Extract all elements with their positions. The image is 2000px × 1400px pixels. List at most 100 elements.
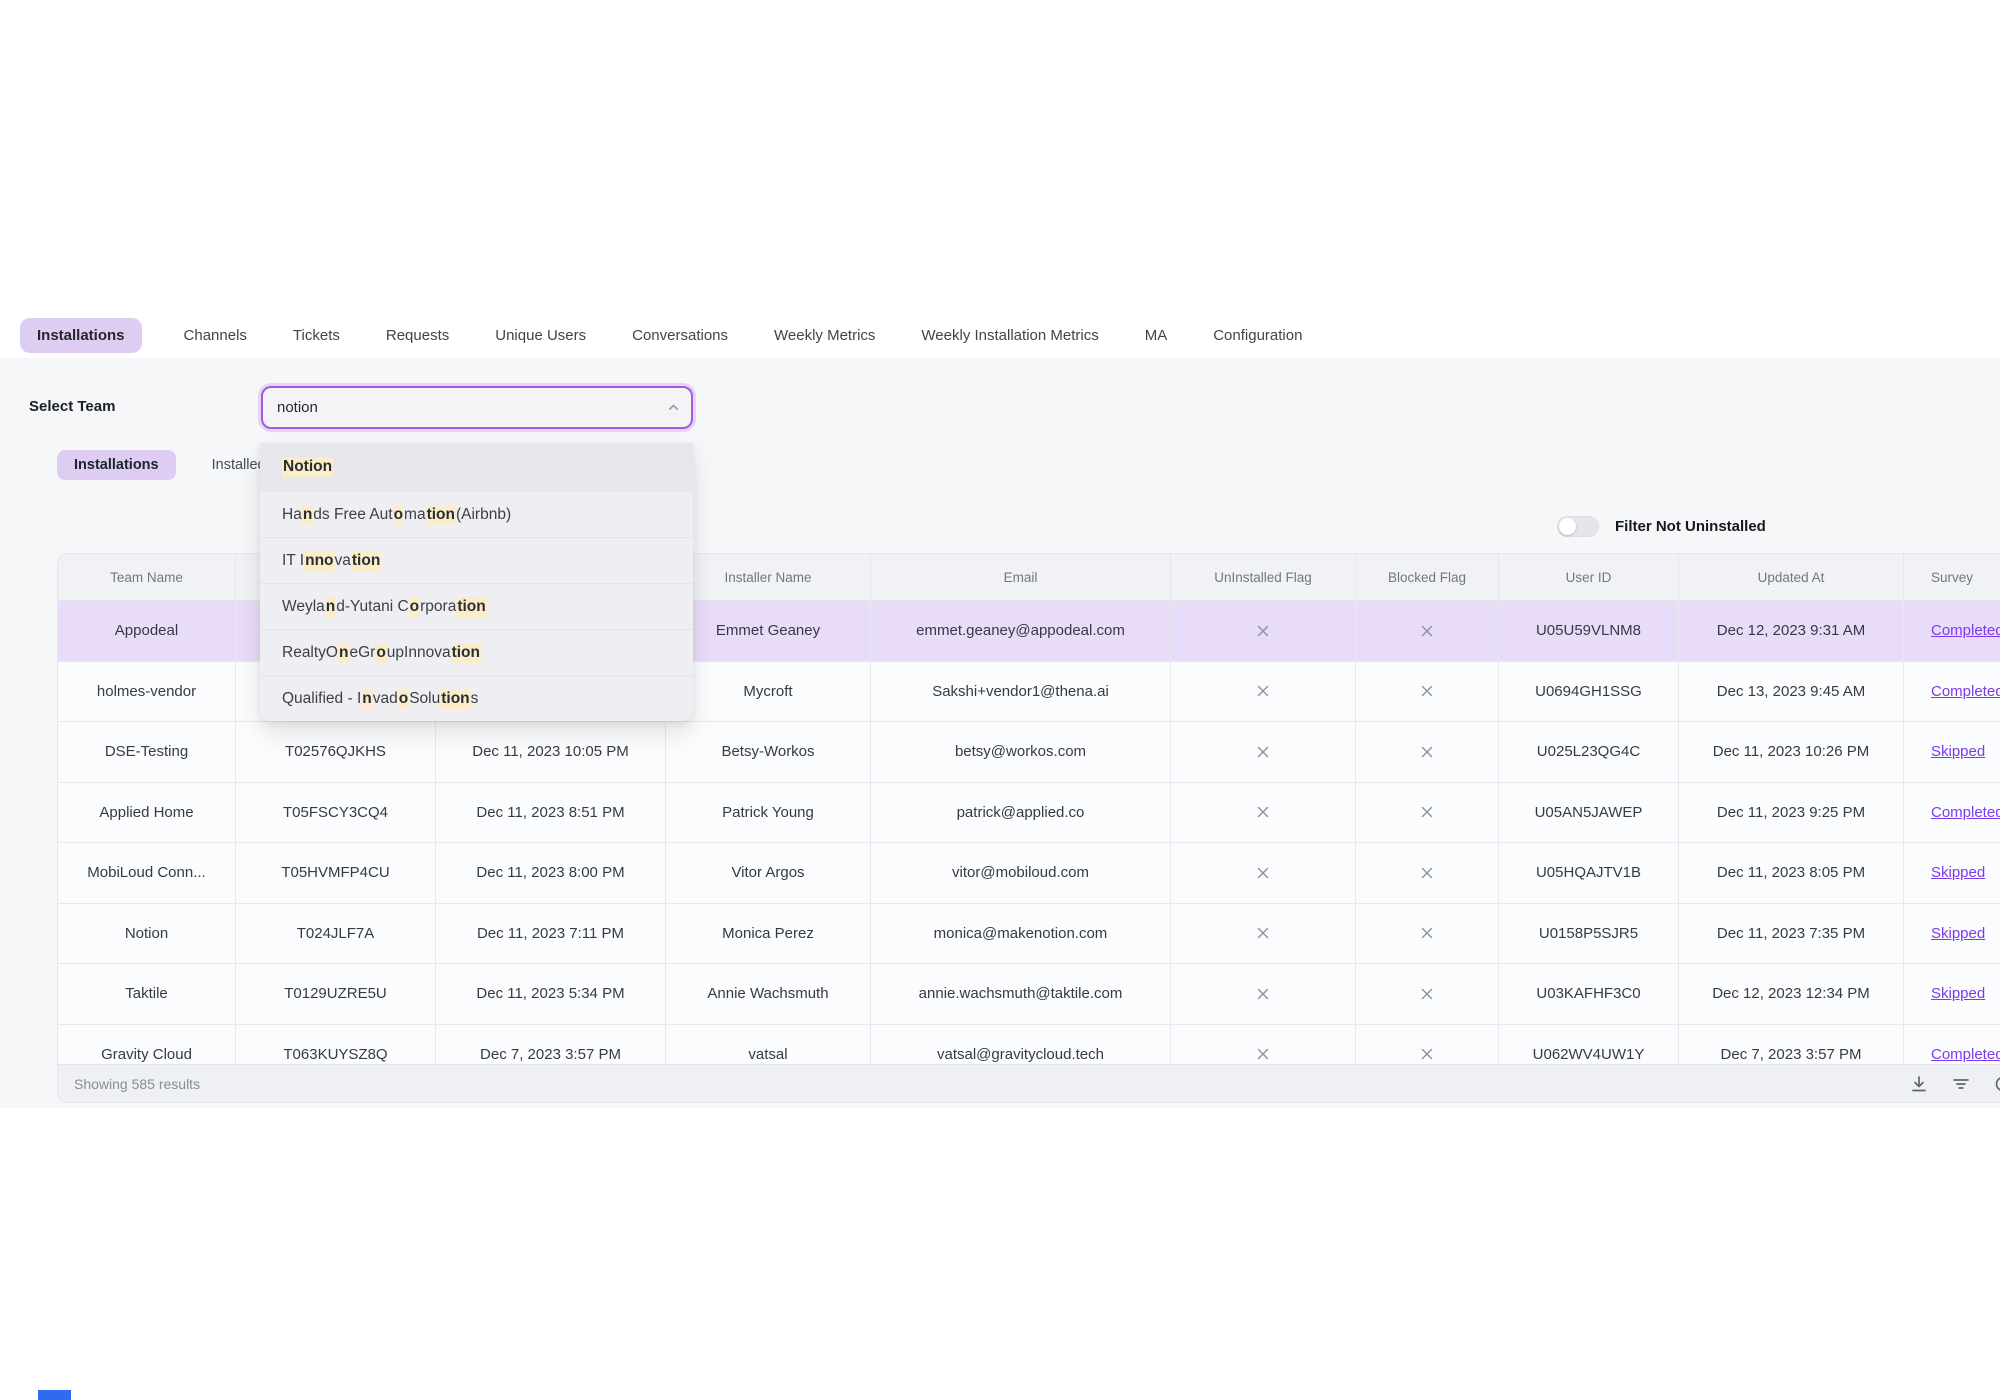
match-highlight: tion [440, 689, 470, 709]
cell-team_name: Appodeal [58, 601, 236, 661]
cell-email: Sakshi+vendor1@thena.ai [871, 662, 1171, 722]
filter-toggle-row: Filter Not Uninstalled [1557, 516, 1766, 537]
survey-status-link[interactable]: Skipped [1931, 925, 1985, 942]
column-header-team-name: Team Name [58, 554, 236, 600]
table-row-dse-testing[interactable]: DSE-TestingT02576QJKHSDec 11, 2023 10:05… [58, 722, 2000, 783]
x-mark-icon [1256, 866, 1270, 880]
column-header-updated-at: Updated At [1679, 554, 1904, 600]
x-mark-icon [1420, 926, 1434, 940]
filter-icon[interactable] [1951, 1074, 1971, 1094]
dropdown-option-realtyonegroupinnovation[interactable]: RealtyOneGroupInnovation [260, 629, 693, 675]
tab-conversations[interactable]: Conversations [628, 318, 732, 353]
cell-team_name: Applied Home [58, 783, 236, 843]
sub-tab-installations[interactable]: Installations [57, 450, 176, 480]
column-header-installer-name: Installer Name [666, 554, 871, 600]
dropdown-option-weyland-yutani-corporation[interactable]: Weyland-Yutani Corporation [260, 583, 693, 629]
cell-user_id: U05U59VLNM8 [1499, 601, 1679, 661]
cell-installer_name: Annie Wachsmuth [666, 964, 871, 1024]
cell-blocked_flag [1356, 843, 1499, 903]
dropdown-option-it-innovation[interactable]: IT Innovation [260, 537, 693, 583]
cell-survey_status: Completed [1904, 783, 2000, 843]
tab-weekly-installation-metrics[interactable]: Weekly Installation Metrics [917, 318, 1102, 353]
match-highlight: tion [456, 597, 486, 617]
cell-uninstalled_flag [1171, 904, 1356, 964]
cell-survey_status: Skipped [1904, 722, 2000, 782]
survey-status-link[interactable]: Completed [1931, 804, 2000, 821]
option-text: upInnova [387, 644, 451, 662]
dropdown-option-qualified-invado-solutions[interactable]: Qualified - Invado Solutions [260, 675, 693, 721]
survey-status-link[interactable]: Skipped [1931, 985, 1985, 1002]
tab-tickets[interactable]: Tickets [289, 318, 344, 353]
survey-status-link[interactable]: Skipped [1931, 743, 1985, 760]
cell-survey_status: Skipped [1904, 904, 2000, 964]
tab-unique-users[interactable]: Unique Users [491, 318, 590, 353]
cell-blocked_flag [1356, 964, 1499, 1024]
results-count: Showing 585 results [74, 1076, 200, 1092]
dropdown-option-hands-free-automation-airbnb[interactable]: Hands Free Automation (Airbnb) [260, 491, 693, 537]
team-select-input[interactable] [261, 386, 693, 429]
cell-installed_at: Dec 11, 2023 7:11 PM [436, 904, 666, 964]
table-row-mobiloud-conn[interactable]: MobiLoud Conn...T05HVMFP4CUDec 11, 2023 … [58, 843, 2000, 904]
column-header-blocked-flag: Blocked Flag [1356, 554, 1499, 600]
tab-ma[interactable]: MA [1141, 318, 1172, 353]
tab-configuration[interactable]: Configuration [1209, 318, 1306, 353]
survey-status-link[interactable]: Completed [1931, 683, 2000, 700]
cell-installed_at: Dec 11, 2023 8:51 PM [436, 783, 666, 843]
chevron-up-icon[interactable] [666, 400, 681, 415]
footer-icons [1909, 1074, 2000, 1094]
cell-team_name: Taktile [58, 964, 236, 1024]
x-mark-icon [1256, 624, 1270, 638]
cell-updated_at: Dec 12, 2023 9:31 AM [1679, 601, 1904, 661]
cell-updated_at: Dec 11, 2023 7:35 PM [1679, 904, 1904, 964]
column-header-survey: Survey [1904, 554, 2000, 600]
cell-installer_name: Vitor Argos [666, 843, 871, 903]
option-text: vad [373, 690, 398, 708]
team-select[interactable] [261, 386, 693, 429]
cell-updated_at: Dec 11, 2023 9:25 PM [1679, 783, 1904, 843]
tab-installations[interactable]: Installations [20, 318, 142, 353]
cell-installer_name: Betsy-Workos [666, 722, 871, 782]
tab-weekly-metrics[interactable]: Weekly Metrics [770, 318, 879, 353]
dropdown-option-notion[interactable]: Notion [260, 443, 693, 491]
filter-toggle[interactable] [1557, 516, 1599, 537]
match-highlight: n [325, 597, 336, 617]
option-text: IT I [282, 552, 304, 570]
x-mark-icon [1256, 1047, 1270, 1061]
cell-uninstalled_flag [1171, 964, 1356, 1024]
cell-team_id: T02576QJKHS [236, 722, 436, 782]
x-mark-icon [1420, 987, 1434, 1001]
cell-email: monica@makenotion.com [871, 904, 1171, 964]
option-text: d-Yutani C [336, 598, 408, 616]
sub-tabs: InstallationsInstalled [57, 450, 270, 480]
cell-installer_name: Emmet Geaney [666, 601, 871, 661]
refresh-icon[interactable] [1993, 1074, 2000, 1094]
cell-installed_at: Dec 11, 2023 5:34 PM [436, 964, 666, 1024]
tab-requests[interactable]: Requests [382, 318, 453, 353]
cell-email: patrick@applied.co [871, 783, 1171, 843]
survey-status-link[interactable]: Completed [1931, 622, 2000, 639]
cell-team_name: MobiLoud Conn... [58, 843, 236, 903]
select-team-label: Select Team [29, 398, 115, 415]
cell-team_id: T05HVMFP4CU [236, 843, 436, 903]
table-row-notion[interactable]: NotionT024JLF7ADec 11, 2023 7:11 PMMonic… [58, 904, 2000, 965]
x-mark-icon [1420, 866, 1434, 880]
option-text: eGr [349, 644, 375, 662]
match-highlight: o [393, 505, 404, 525]
survey-status-link[interactable]: Skipped [1931, 864, 1985, 881]
option-text: Qualified - I [282, 690, 361, 708]
survey-status-link[interactable]: Completed [1931, 1046, 2000, 1063]
match-highlight: tion [351, 551, 381, 571]
option-text: s [471, 690, 479, 708]
table-footer: Showing 585 results [58, 1064, 2000, 1102]
main-tabs: Installations Channels Tickets Requests Uniq… [20, 318, 1306, 353]
option-text: (Airbnb) [456, 506, 511, 524]
table-row-applied-home[interactable]: Applied HomeT05FSCY3CQ4Dec 11, 2023 8:51… [58, 783, 2000, 844]
cell-updated_at: Dec 11, 2023 10:26 PM [1679, 722, 1904, 782]
download-icon[interactable] [1909, 1074, 1929, 1094]
cell-team_id: T05FSCY3CQ4 [236, 783, 436, 843]
cell-user_id: U0158P5SJR5 [1499, 904, 1679, 964]
x-mark-icon [1420, 1047, 1434, 1061]
table-row-taktile[interactable]: TaktileT0129UZRE5UDec 11, 2023 5:34 PMAn… [58, 964, 2000, 1025]
tab-channels[interactable]: Channels [180, 318, 251, 353]
cell-survey_status: Completed [1904, 601, 2000, 661]
